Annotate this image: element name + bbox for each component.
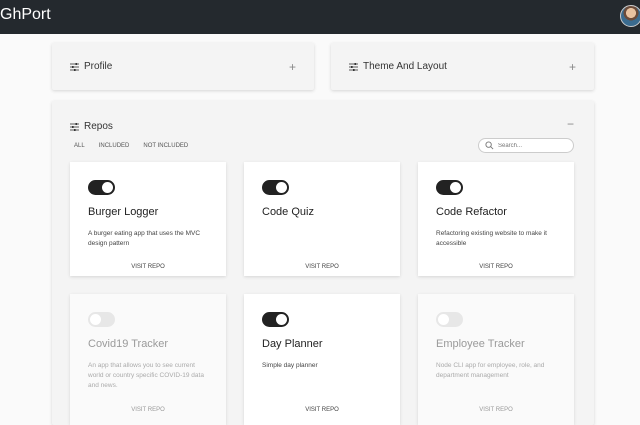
theme-layout-panel[interactable]: Theme And Layout +	[331, 43, 594, 90]
include-toggle[interactable]	[262, 180, 289, 195]
profile-panel[interactable]: Profile +	[52, 43, 314, 90]
repo-description: An app that allows you to see current wo…	[88, 362, 204, 389]
repo-title: Code Refactor	[436, 206, 507, 218]
repo-card-covid19-tracker: Covid19 Tracker An app that allows you t…	[70, 294, 226, 425]
profile-panel-title: Profile	[84, 61, 113, 72]
search-input[interactable]	[498, 142, 568, 149]
toggle-knob	[450, 182, 461, 193]
include-toggle[interactable]	[88, 312, 115, 327]
repo-title: Covid19 Tracker	[88, 338, 169, 350]
toggle-knob	[102, 182, 113, 193]
theme-panel-title: Theme And Layout	[363, 61, 447, 72]
sliders-icon	[349, 62, 358, 71]
visit-repo-link[interactable]: VISIT REPO	[418, 407, 574, 413]
repo-card-code-refactor: Code Refactor Refactoring existing websi…	[418, 162, 574, 276]
theme-panel-header: Theme And Layout	[349, 43, 447, 90]
repo-description: Node CLI app for employee, role, and dep…	[436, 362, 545, 379]
repo-description: Simple day planner	[262, 362, 318, 369]
repo-filter-tabs: ALL INCLUDED NOT INCLUDED	[74, 143, 188, 149]
expand-theme-button[interactable]: +	[569, 60, 576, 74]
sliders-icon	[70, 62, 79, 71]
repos-panel: Repos − ALL INCLUDED NOT INCLUDED Burger…	[52, 101, 594, 425]
user-avatar[interactable]	[620, 5, 640, 27]
filter-included[interactable]: INCLUDED	[99, 143, 130, 149]
visit-repo-link[interactable]: VISIT REPO	[70, 264, 226, 270]
profile-panel-header: Profile	[70, 43, 112, 90]
repos-panel-title: Repos	[84, 121, 113, 132]
toggle-knob	[90, 314, 101, 325]
repo-title: Code Quiz	[262, 206, 314, 218]
visit-repo-link[interactable]: VISIT REPO	[244, 264, 400, 270]
repo-title: Employee Tracker	[436, 338, 525, 350]
include-toggle[interactable]	[436, 180, 463, 195]
toggle-knob	[438, 314, 449, 325]
filter-all[interactable]: ALL	[74, 143, 85, 149]
filter-not-included[interactable]: NOT INCLUDED	[143, 143, 188, 149]
repo-title: Day Planner	[262, 338, 323, 350]
expand-profile-button[interactable]: +	[289, 60, 296, 74]
toggle-knob	[276, 182, 287, 193]
repos-panel-header: Repos	[70, 121, 113, 132]
search-box[interactable]	[478, 138, 574, 153]
repo-card-employee-tracker: Employee Tracker Node CLI app for employ…	[418, 294, 574, 425]
repo-title: Burger Logger	[88, 206, 159, 218]
search-icon	[485, 141, 494, 150]
visit-repo-link[interactable]: VISIT REPO	[70, 407, 226, 413]
repo-description: A burger eating app that uses the MVC de…	[88, 230, 201, 247]
include-toggle[interactable]	[436, 312, 463, 327]
top-navbar: GhPort	[0, 0, 640, 34]
collapse-repos-button[interactable]: −	[567, 117, 574, 131]
repo-description: Refactoring existing website to make it …	[436, 230, 547, 247]
toggle-knob	[276, 314, 287, 325]
app-brand[interactable]: GhPort	[0, 5, 51, 25]
sliders-icon	[70, 122, 79, 131]
repo-card-code-quiz: Code Quiz VISIT REPO	[244, 162, 400, 276]
include-toggle[interactable]	[88, 180, 115, 195]
visit-repo-link[interactable]: VISIT REPO	[244, 407, 400, 413]
include-toggle[interactable]	[262, 312, 289, 327]
repo-card-burger-logger: Burger Logger A burger eating app that u…	[70, 162, 226, 276]
repo-card-day-planner: Day Planner Simple day planner VISIT REP…	[244, 294, 400, 425]
visit-repo-link[interactable]: VISIT REPO	[418, 264, 574, 270]
